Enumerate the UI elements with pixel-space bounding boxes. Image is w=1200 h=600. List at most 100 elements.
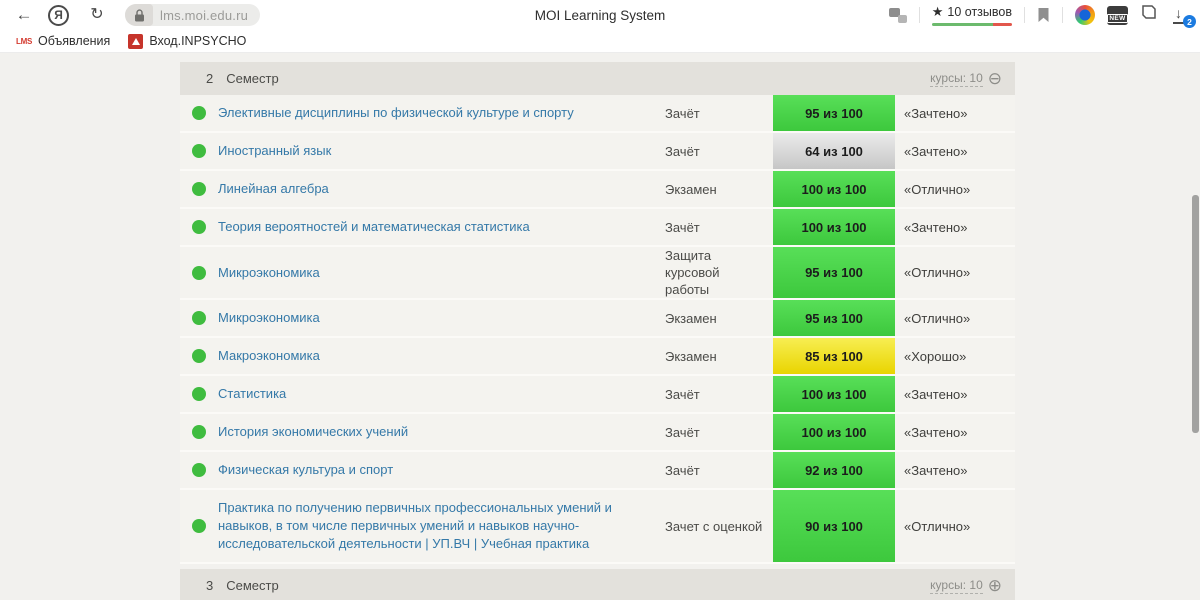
assessment-type: Защита курсовой работы xyxy=(665,248,720,297)
course-status-dot-icon xyxy=(192,144,206,158)
course-link[interactable]: Микроэкономика xyxy=(218,255,665,291)
collapse-icon[interactable]: ⊖ xyxy=(988,70,1002,87)
toolbar-divider xyxy=(1024,7,1025,23)
course-status-dot-icon xyxy=(192,519,206,533)
address-bar[interactable]: lms.moi.edu.ru xyxy=(125,4,261,26)
score-badge: 64 из 100 xyxy=(773,133,895,169)
course-link[interactable]: Линейная алгебра xyxy=(218,171,665,207)
assessment-type: Зачёт xyxy=(665,105,700,121)
reviews-button[interactable]: ★ 10 отзывов xyxy=(931,4,1012,26)
yandex-logo-icon[interactable]: Я xyxy=(48,4,69,26)
course-link[interactable]: История экономических учений xyxy=(218,414,665,450)
course-rows: Элективные дисциплины по физической куль… xyxy=(180,95,1015,564)
pocket-extension-icon[interactable] xyxy=(1140,4,1158,26)
semester-number: 3 xyxy=(206,578,214,593)
lock-icon[interactable] xyxy=(125,4,153,26)
browser-toolbar: ← Я ↻ lms.moi.edu.ru MOI Learning System… xyxy=(0,0,1200,30)
table-row: Теория вероятностей и математическая ста… xyxy=(180,209,1015,247)
course-status-dot-icon xyxy=(192,182,206,196)
course-link[interactable]: Статистика xyxy=(218,376,665,412)
courses-count-link[interactable]: курсы: 10 xyxy=(930,578,983,594)
toolbar-divider xyxy=(1062,7,1063,23)
grade-text: «Отлично» xyxy=(904,518,971,534)
expand-icon[interactable]: ⊕ xyxy=(988,577,1002,594)
courses-count-link[interactable]: курсы: 10 xyxy=(930,71,983,87)
table-row: Физическая культура и спорт Зачёт 92 из … xyxy=(180,452,1015,490)
table-row: Микроэкономика Экзамен 95 из 100 «Отличн… xyxy=(180,300,1015,338)
table-row: Макроэкономика Экзамен 85 из 100 «Хорошо… xyxy=(180,338,1015,376)
course-status-dot-icon xyxy=(192,106,206,120)
course-link[interactable]: Макроэкономика xyxy=(218,338,665,374)
url-text: lms.moi.edu.ru xyxy=(160,7,249,23)
new-extension-icon[interactable]: NEW xyxy=(1107,5,1128,25)
color-wheel-extension-icon[interactable] xyxy=(1075,5,1095,25)
score-badge: 90 из 100 xyxy=(773,490,895,562)
score-badge: 100 из 100 xyxy=(773,376,895,412)
bookmark-item-inpsycho[interactable]: Вход.INPSYCHO xyxy=(122,33,252,49)
download-badge: 2 xyxy=(1183,15,1196,28)
course-link[interactable]: Микроэкономика xyxy=(218,300,665,336)
grade-text: «Отлично» xyxy=(904,310,971,326)
table-row: Иностранный язык Зачёт 64 из 100 «Зачтен… xyxy=(180,133,1015,171)
grade-text: «Отлично» xyxy=(904,265,971,280)
score-badge: 95 из 100 xyxy=(773,300,895,336)
course-link[interactable]: Иностранный язык xyxy=(218,133,665,169)
semester-label: Семестр xyxy=(226,578,279,593)
course-status-dot-icon xyxy=(192,311,206,325)
score-badge: 100 из 100 xyxy=(773,209,895,245)
bookmarks-bar: LMS Объявления Вход.INPSYCHO xyxy=(0,30,1200,53)
assessment-type: Зачёт xyxy=(665,462,700,478)
grades-table: 2 Семестр курсы: 10 ⊖ Элективные дисципл… xyxy=(180,62,1015,600)
course-status-dot-icon xyxy=(192,349,206,363)
assessment-type: Зачёт xyxy=(665,143,700,159)
grade-text: «Зачтено» xyxy=(904,105,968,121)
assessment-type: Зачёт xyxy=(665,424,700,440)
bookmark-item-announcements[interactable]: LMS Объявления xyxy=(10,34,116,48)
grade-text: «Зачтено» xyxy=(904,143,968,159)
download-button[interactable]: ↓ 2 xyxy=(1170,5,1196,28)
course-link[interactable]: Физическая культура и спорт xyxy=(218,452,665,488)
refresh-button[interactable]: ↻ xyxy=(83,1,111,29)
score-badge: 85 из 100 xyxy=(773,338,895,374)
page-content: 2 Семестр курсы: 10 ⊖ Элективные дисципл… xyxy=(0,53,1200,600)
rating-bar xyxy=(931,23,1012,26)
grade-text: «Отлично» xyxy=(904,181,971,197)
semester-footer: 3 Семестр курсы: 10 ⊕ xyxy=(180,569,1015,600)
score-badge: 100 из 100 xyxy=(773,171,895,207)
grade-text: «Зачтено» xyxy=(904,219,968,235)
course-link[interactable]: Элективные дисциплины по физической куль… xyxy=(218,95,665,131)
course-status-dot-icon xyxy=(192,387,206,401)
table-row: Микроэкономика Защита курсовой работы 95… xyxy=(180,247,1015,300)
inpsycho-favicon xyxy=(128,33,144,49)
back-button[interactable]: ← xyxy=(10,1,38,29)
scrollbar-track[interactable] xyxy=(1191,53,1200,600)
lms-favicon: LMS xyxy=(16,36,32,46)
scrollbar-thumb[interactable] xyxy=(1192,195,1199,433)
bookmark-icon[interactable] xyxy=(1037,7,1050,23)
table-row: Элективные дисциплины по физической куль… xyxy=(180,95,1015,133)
semester-header: 2 Семестр курсы: 10 ⊖ xyxy=(180,62,1015,95)
assessment-type: Экзамен xyxy=(665,310,717,326)
course-status-dot-icon xyxy=(192,463,206,477)
score-badge: 92 из 100 xyxy=(773,452,895,488)
assessment-type: Зачёт xyxy=(665,219,700,235)
table-row: Практика по получению первичных професси… xyxy=(180,490,1015,564)
course-status-dot-icon xyxy=(192,265,206,280)
assessment-type: Экзамен xyxy=(665,181,717,197)
assessment-type: Зачёт xyxy=(665,386,700,402)
course-link[interactable]: Практика по получению первичных професси… xyxy=(218,490,665,562)
score-badge: 95 из 100 xyxy=(773,247,895,298)
grade-text: «Зачтено» xyxy=(904,462,968,478)
score-badge: 100 из 100 xyxy=(773,414,895,450)
toolbar-right: ★ 10 отзывов NEW ↓ 2 xyxy=(888,4,1196,28)
course-status-dot-icon xyxy=(192,220,206,234)
table-row: Статистика Зачёт 100 из 100 «Зачтено» xyxy=(180,376,1015,414)
course-status-dot-icon xyxy=(192,425,206,439)
score-badge: 95 из 100 xyxy=(773,95,895,131)
table-row: Линейная алгебра Экзамен 100 из 100 «Отл… xyxy=(180,171,1015,209)
chat-icon[interactable] xyxy=(888,7,907,23)
course-link[interactable]: Теория вероятностей и математическая ста… xyxy=(218,209,665,245)
grade-text: «Хорошо» xyxy=(904,348,967,364)
semester-number: 2 xyxy=(206,71,214,86)
assessment-type: Зачет с оценкой xyxy=(665,518,763,534)
